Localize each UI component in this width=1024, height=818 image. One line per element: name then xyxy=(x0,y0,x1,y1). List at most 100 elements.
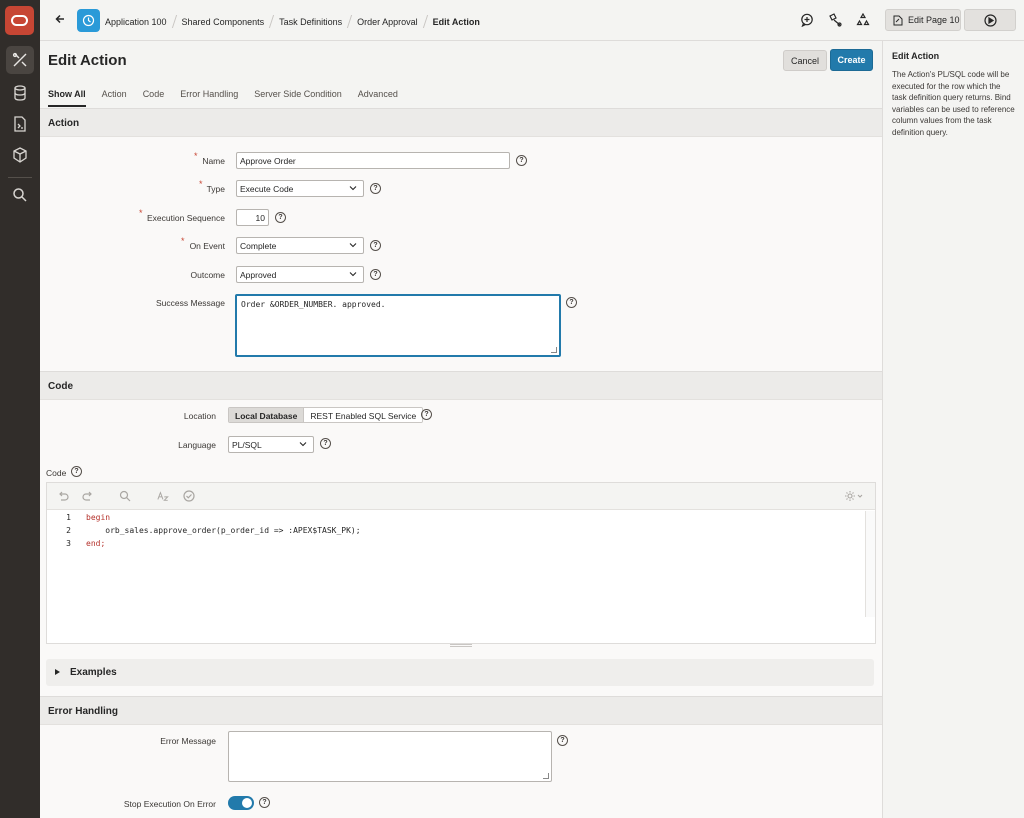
name-help-icon[interactable]: ? xyxy=(516,155,527,166)
type-select[interactable]: Execute Code xyxy=(236,180,364,197)
main-content: Edit Action Cancel Create Show All Actio… xyxy=(40,41,882,818)
language-help-icon[interactable]: ? xyxy=(320,438,331,449)
location-help-icon[interactable]: ? xyxy=(421,409,432,420)
run-page-button[interactable] xyxy=(964,9,1016,31)
location-local-database[interactable]: Local Database xyxy=(229,408,305,422)
validate-check-icon[interactable] xyxy=(183,490,195,502)
execution-sequence-help-icon[interactable]: ? xyxy=(275,212,286,223)
breadcrumb-order-approval[interactable]: Order Approval xyxy=(357,17,418,27)
help-panel: Edit Action The Action's PL/SQL code wil… xyxy=(882,41,1024,818)
tab-code[interactable]: Code xyxy=(143,89,165,107)
undo-icon[interactable] xyxy=(57,490,69,502)
on-event-help-icon[interactable]: ? xyxy=(370,240,381,251)
location-toggle[interactable]: Local Database REST Enabled SQL Service xyxy=(228,407,424,423)
cancel-button[interactable]: Cancel xyxy=(783,50,827,71)
on-event-select-value: Complete xyxy=(240,241,277,251)
team-development-icon[interactable] xyxy=(855,12,871,28)
editor-resize-grip[interactable] xyxy=(450,644,472,647)
stop-execution-help-icon[interactable]: ? xyxy=(259,797,270,808)
name-label: Name xyxy=(202,156,225,166)
stop-execution-toggle[interactable] xyxy=(228,796,254,810)
error-handling-region-body: Error Message ? Stop Execution On Error … xyxy=(40,725,882,818)
resize-handle-icon[interactable] xyxy=(551,347,557,353)
chevron-down-icon xyxy=(299,442,307,447)
breadcrumb-separator xyxy=(347,15,353,28)
success-message-label: Success Message xyxy=(156,298,225,308)
sql-workshop-icon[interactable] xyxy=(6,110,34,138)
error-message-label: Error Message xyxy=(160,736,216,746)
oracle-logo-icon[interactable] xyxy=(5,6,34,35)
breadcrumb-application[interactable]: Application 100 xyxy=(105,17,167,27)
chevron-down-icon xyxy=(349,272,357,277)
code-region-header[interactable]: Code xyxy=(40,371,882,400)
code-editor-toolbar xyxy=(47,483,875,510)
redo-icon[interactable] xyxy=(82,490,94,502)
location-rest-enabled-sql[interactable]: REST Enabled SQL Service xyxy=(304,408,423,422)
breadcrumb-separator xyxy=(268,15,275,28)
on-event-label: On Event xyxy=(189,241,225,251)
breadcrumb-shared-components[interactable]: Shared Components xyxy=(182,17,265,27)
code-line: begin xyxy=(86,513,111,522)
code-editor[interactable]: 1 begin 2 orb_sales.approve_order(p_orde… xyxy=(46,482,876,644)
language-select[interactable]: PL/SQL xyxy=(228,436,314,453)
action-region-body: * Name Approve Order ? * Type Execute Co… xyxy=(40,137,882,371)
outcome-help-icon[interactable]: ? xyxy=(370,269,381,280)
back-arrow-icon[interactable] xyxy=(52,11,68,27)
tab-server-side-condition[interactable]: Server Side Condition xyxy=(254,89,342,107)
outcome-label: Outcome xyxy=(190,270,226,280)
resize-handle-icon[interactable] xyxy=(543,773,549,779)
success-message-help-icon[interactable]: ? xyxy=(566,297,577,308)
breadcrumb-edit-action: Edit Action xyxy=(432,16,480,27)
error-handling-region-header[interactable]: Error Handling xyxy=(40,696,882,725)
create-button[interactable]: Create xyxy=(830,49,873,71)
examples-collapsible[interactable]: Examples xyxy=(46,659,874,686)
edit-page-icon xyxy=(893,15,903,25)
code-region-body: Location Local Database REST Enabled SQL… xyxy=(40,400,882,696)
tab-advanced[interactable]: Advanced xyxy=(358,89,398,107)
required-marker: * xyxy=(181,236,185,246)
gallery-box-icon[interactable] xyxy=(6,141,34,169)
execution-sequence-field[interactable]: 10 xyxy=(236,209,269,226)
breadcrumb-separator xyxy=(171,15,177,28)
breadcrumb-separator xyxy=(422,15,428,28)
feedback-chat-icon[interactable] xyxy=(799,12,815,28)
success-message-textarea[interactable]: Order &ORDER_NUMBER. approved. xyxy=(235,294,561,357)
tab-error-handling[interactable]: Error Handling xyxy=(180,89,238,107)
shared-components-icon[interactable] xyxy=(827,12,843,28)
action-region-title: Action xyxy=(48,118,80,129)
language-label: Language xyxy=(178,440,216,450)
tab-show-all[interactable]: Show All xyxy=(48,89,86,107)
type-label: Type xyxy=(206,184,225,194)
error-message-help-icon[interactable]: ? xyxy=(557,735,568,746)
application-icon[interactable] xyxy=(77,9,100,32)
success-message-value: Order &ORDER_NUMBER. approved. xyxy=(241,300,386,309)
app-builder-icon[interactable] xyxy=(6,46,34,74)
edit-page-button[interactable]: Edit Page 10 xyxy=(885,9,961,31)
code-region-title: Code xyxy=(48,381,73,392)
error-message-textarea[interactable] xyxy=(228,731,552,782)
play-icon xyxy=(983,13,997,27)
examples-label: Examples xyxy=(70,667,117,678)
outcome-select[interactable]: Approved xyxy=(236,266,364,283)
code-editor-scrollbar[interactable] xyxy=(865,511,875,617)
required-marker: * xyxy=(199,179,203,189)
required-marker: * xyxy=(194,151,198,161)
find-icon[interactable] xyxy=(119,490,131,502)
on-event-select[interactable]: Complete xyxy=(236,237,364,254)
breadcrumb-task-definitions[interactable]: Task Definitions xyxy=(279,17,342,27)
top-bar: Application 100 Shared Components Task D… xyxy=(40,0,1024,41)
search-icon[interactable] xyxy=(6,181,34,209)
format-code-icon[interactable] xyxy=(157,490,169,502)
action-region-header[interactable]: Action xyxy=(40,108,882,137)
code-help-icon[interactable]: ? xyxy=(71,466,82,477)
stop-execution-label: Stop Execution On Error xyxy=(123,799,216,809)
editor-settings-gear-icon[interactable] xyxy=(844,490,864,502)
tab-action[interactable]: Action xyxy=(102,89,127,107)
type-help-icon[interactable]: ? xyxy=(370,183,381,194)
chevron-down-icon xyxy=(349,243,357,248)
name-field[interactable]: Approve Order xyxy=(236,152,510,169)
line-number: 2 xyxy=(66,526,71,535)
line-number: 1 xyxy=(66,513,71,522)
code-line: orb_sales.approve_order(p_order_id => :A… xyxy=(86,526,361,535)
database-icon[interactable] xyxy=(6,79,34,107)
